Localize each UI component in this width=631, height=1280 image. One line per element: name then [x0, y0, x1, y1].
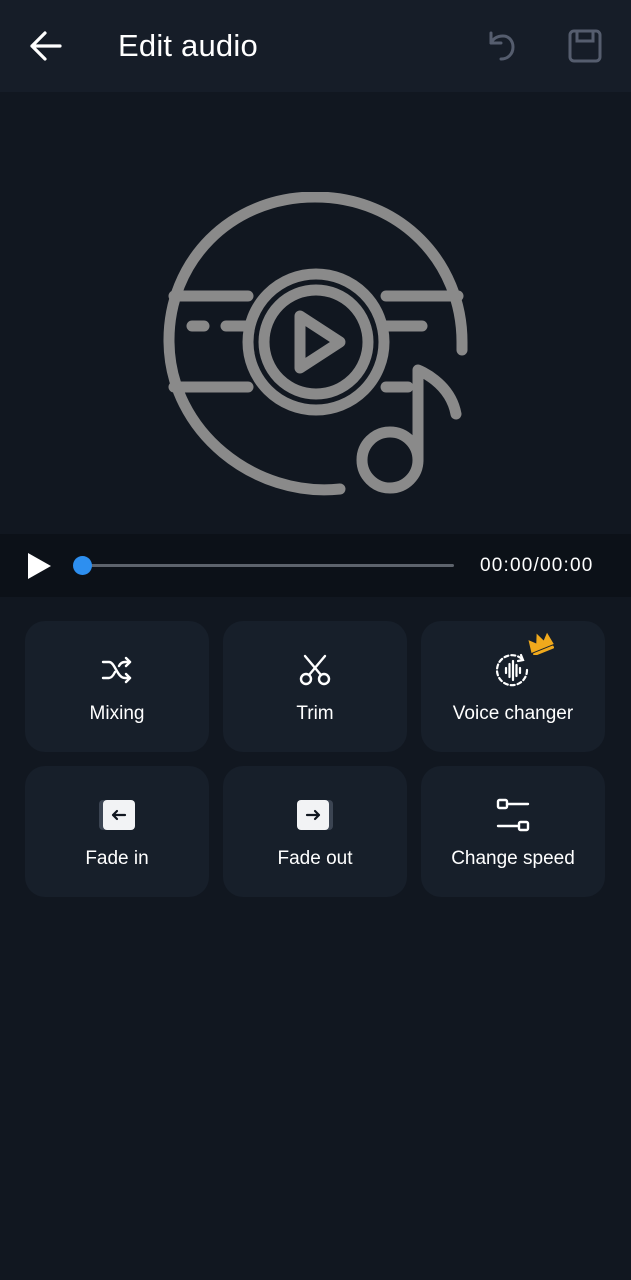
tool-label: Mixing — [89, 703, 145, 724]
seek-thumb[interactable] — [73, 556, 92, 575]
voice-changer-icon — [493, 651, 533, 689]
premium-crown-icon — [528, 632, 555, 655]
tool-label: Voice changer — [452, 703, 574, 724]
undo-icon — [489, 31, 515, 61]
tool-label: Fade in — [85, 848, 149, 869]
back-button[interactable] — [22, 26, 68, 66]
top-app-bar: Edit audio — [0, 0, 631, 92]
tool-label: Trim — [296, 703, 334, 724]
seek-track[interactable] — [82, 564, 454, 567]
time-readout: 00:00/00:00 — [480, 555, 594, 576]
app-root: Edit audio 00:00/00:00 Mixing Trim Voice… — [0, 0, 631, 1280]
tool-fade-out[interactable]: Fade out — [223, 766, 407, 897]
undo-button[interactable] — [478, 24, 522, 68]
tool-fade-in[interactable]: Fade in — [25, 766, 209, 897]
shuffle-icon — [97, 651, 137, 689]
player-bar: 00:00/00:00 — [0, 534, 631, 597]
change-speed-icon — [493, 796, 533, 834]
tool-trim[interactable]: Trim — [223, 621, 407, 752]
save-icon — [568, 29, 602, 63]
tool-mixing[interactable]: Mixing — [25, 621, 209, 752]
play-icon[interactable] — [24, 551, 54, 581]
scissors-icon — [295, 651, 335, 689]
arrow-left-icon — [30, 31, 62, 61]
fade-out-icon — [295, 796, 335, 834]
fade-in-icon — [97, 796, 137, 834]
tool-voice-changer[interactable]: Voice changer — [421, 621, 605, 752]
tool-change-speed[interactable]: Change speed — [421, 766, 605, 897]
save-button[interactable] — [562, 24, 608, 68]
tool-label: Fade out — [277, 848, 353, 869]
tool-label: Change speed — [451, 848, 575, 869]
page-title: Edit audio — [118, 28, 258, 63]
audio-preview — [0, 92, 631, 534]
audio-disc-artwork-icon — [163, 192, 468, 496]
